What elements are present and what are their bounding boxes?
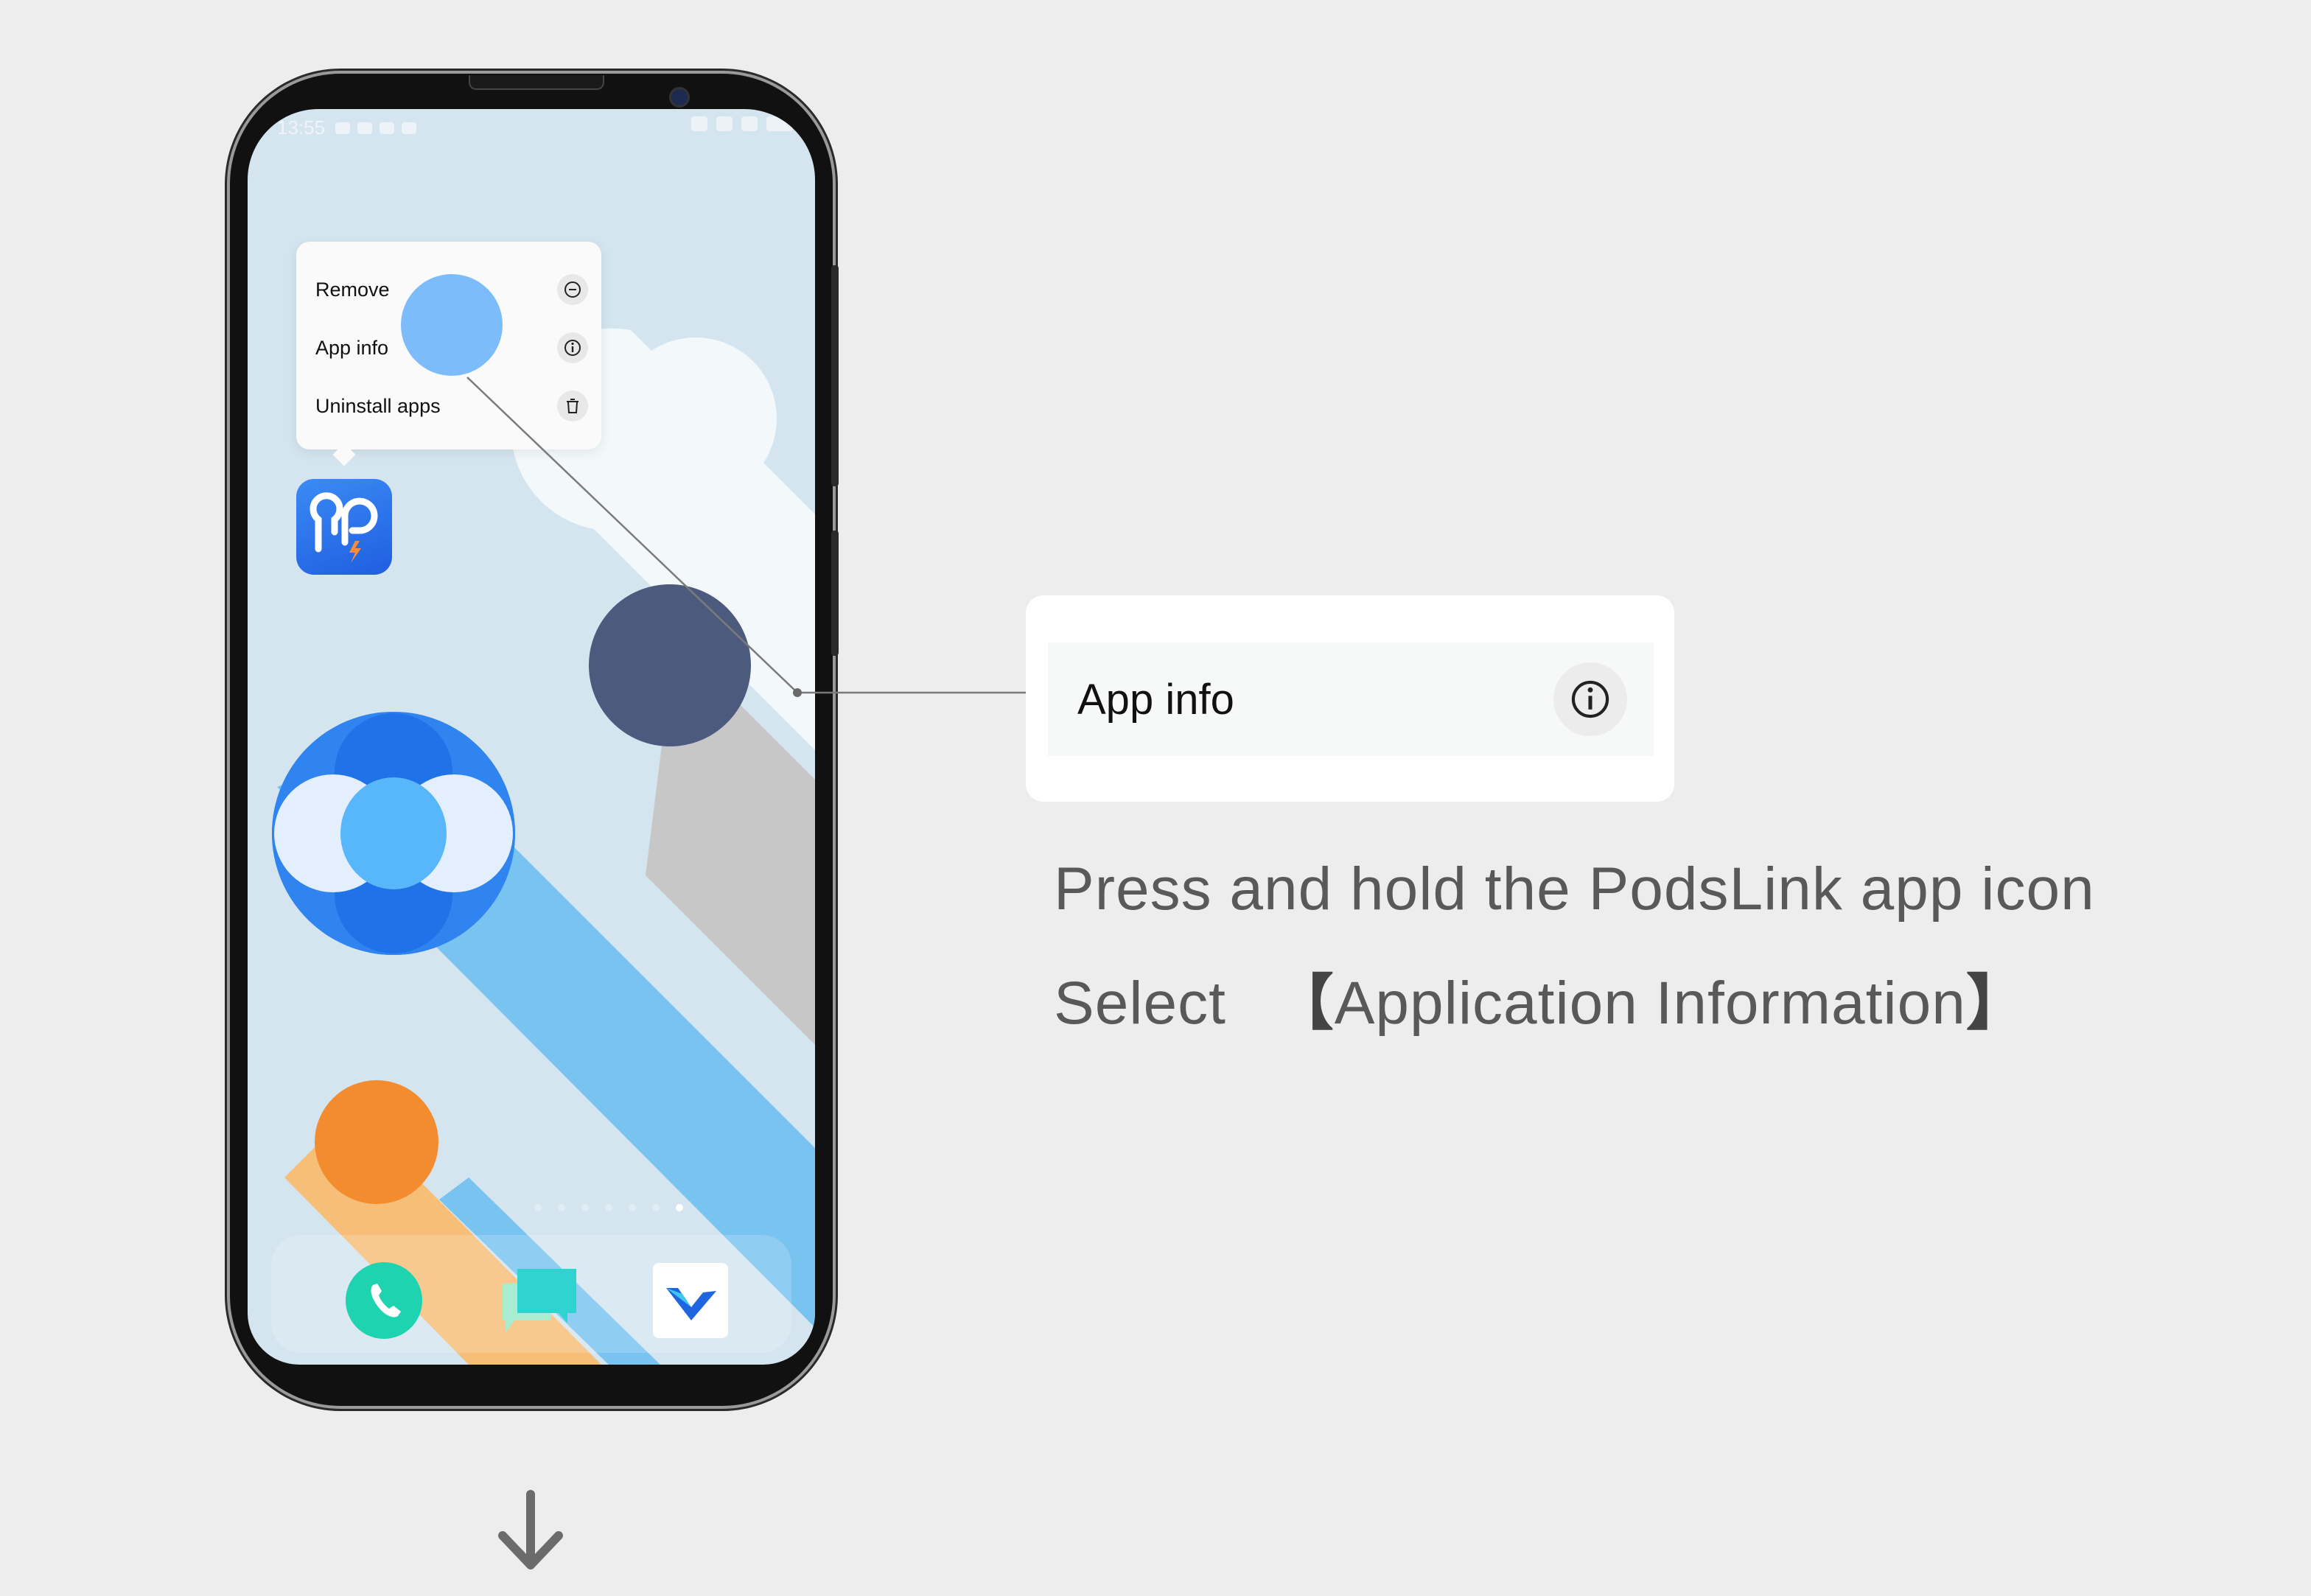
bracket-close: 】 (1965, 970, 2027, 1037)
instruction-select: Select (1054, 970, 1226, 1037)
callout-label: App info (1077, 675, 1234, 724)
info-icon (1553, 662, 1627, 736)
zoom-callout: App info (1026, 595, 1674, 802)
arrow-down-icon (498, 1490, 563, 1569)
callout-menu-item-app-info[interactable]: App info (1048, 643, 1654, 756)
instruction-item: Application Information (1334, 970, 1966, 1037)
bracket-open: 【 (1273, 970, 1335, 1037)
instruction-line-1: Press and hold the PodsLink app icon (1054, 855, 2095, 923)
instruction-line-2: Select 【Application Information】 (1054, 953, 2027, 1041)
